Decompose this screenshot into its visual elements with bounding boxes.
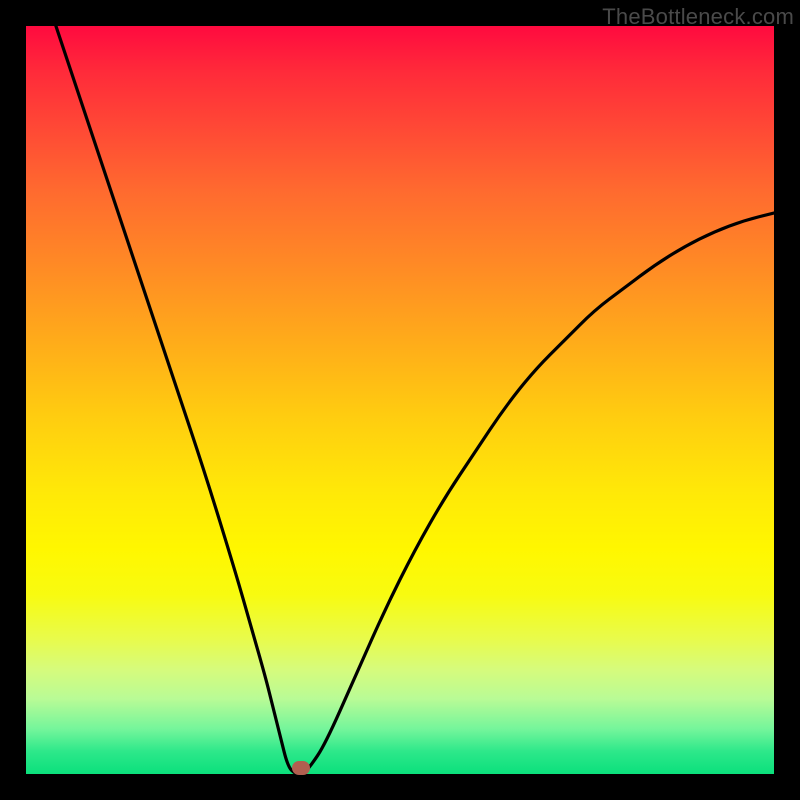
watermark-text: TheBottleneck.com (602, 4, 794, 30)
chart-frame (26, 26, 774, 774)
bottleneck-curve (26, 26, 774, 774)
optimal-marker (292, 761, 310, 775)
